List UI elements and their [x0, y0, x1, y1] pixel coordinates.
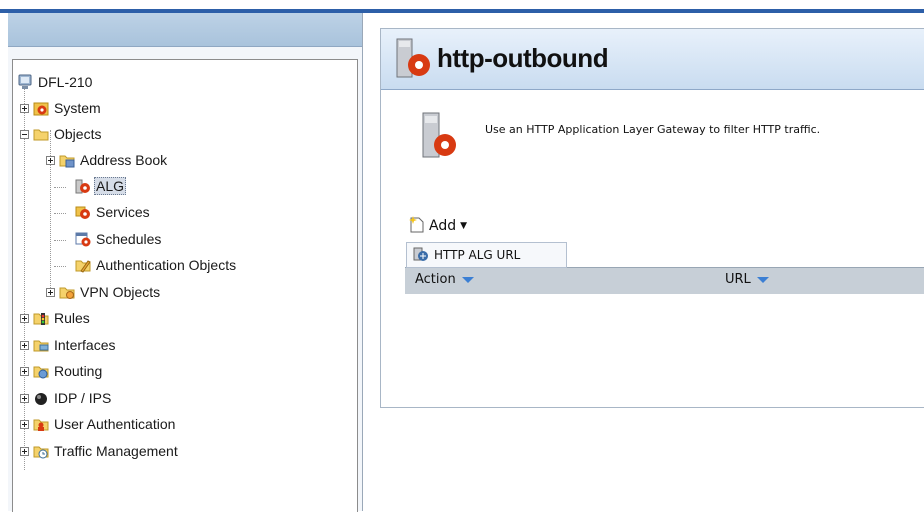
tree-connector [54, 266, 66, 267]
tree-connector [54, 187, 66, 188]
rules-icon [33, 310, 49, 326]
alg-icon [75, 178, 91, 194]
tree-label: Interfaces [54, 337, 116, 353]
tree-label: DFL-210 [38, 74, 93, 90]
column-label: URL [725, 272, 751, 287]
tree-item-address-book[interactable]: Address Book [46, 149, 169, 171]
expand-toggle[interactable] [20, 103, 29, 113]
tree-label: Services [96, 204, 150, 220]
tree-label: Rules [54, 310, 90, 326]
idp-icon [33, 390, 49, 406]
expand-toggle[interactable] [46, 287, 55, 297]
traffic-icon [33, 443, 49, 459]
tree-item-root[interactable]: DFL-210 [17, 71, 94, 93]
tree-label: System [54, 100, 101, 116]
alg-gear-icon [421, 111, 457, 165]
tree-label: Schedules [96, 231, 162, 247]
routing-icon [33, 363, 49, 379]
device-icon [17, 74, 33, 90]
tree-item-vpn-objects[interactable]: VPN Objects [46, 281, 162, 303]
tree-item-idp-ips[interactable]: IDP / IPS [20, 387, 113, 409]
add-button-label: Add [429, 218, 457, 234]
column-header-action[interactable]: Action [415, 272, 474, 287]
expand-toggle[interactable] [20, 366, 29, 376]
expand-toggle[interactable] [20, 419, 29, 429]
add-menu-item-http-alg-url[interactable]: HTTP ALG URL [406, 242, 567, 268]
tree-item-user-authentication[interactable]: User Authentication [20, 413, 177, 435]
content-panel: http-outbound Use an HTTP Application La… [380, 28, 924, 408]
add-button[interactable]: Add ▼ [409, 215, 467, 237]
tree-connector [54, 240, 66, 241]
tree-label: Address Book [80, 152, 168, 168]
tree-item-objects[interactable]: Objects [20, 123, 103, 145]
interfaces-icon [33, 337, 49, 353]
vpn-folder-icon [59, 284, 75, 300]
folder-icon [33, 126, 49, 142]
tree-label: VPN Objects [80, 284, 161, 300]
tree-label: Authentication Objects [96, 257, 237, 273]
address-book-icon [59, 152, 75, 168]
tree-connector [54, 213, 66, 214]
auth-icon [75, 257, 91, 273]
tree-item-system[interactable]: System [20, 97, 103, 119]
navigation-header [8, 13, 362, 47]
column-header-url[interactable]: URL [725, 272, 769, 287]
tree-label: ALG [94, 177, 127, 195]
tree-item-authentication-objects[interactable]: Authentication Objects [75, 254, 238, 276]
description-text: Use an HTTP Application Layer Gateway to… [485, 123, 821, 136]
sort-arrow-icon [756, 276, 769, 283]
expand-toggle[interactable] [46, 155, 55, 165]
expand-toggle[interactable] [20, 446, 29, 456]
new-item-icon [409, 215, 425, 237]
alg-gear-icon [395, 37, 431, 85]
tree-label: Traffic Management [54, 443, 178, 459]
expand-toggle[interactable] [20, 340, 29, 350]
title-bar: http-outbound [381, 29, 924, 90]
tree-item-traffic-management[interactable]: Traffic Management [20, 440, 180, 462]
page-title: http-outbound [437, 43, 609, 73]
table-header: Action URL [405, 267, 924, 294]
navigation-pane: DFL-210 System Objects Address Book ALG … [8, 13, 363, 512]
tree-item-rules[interactable]: Rules [20, 307, 92, 329]
tree-label: User Authentication [54, 416, 176, 432]
tree-item-services[interactable]: Services [75, 201, 152, 223]
tree-label: Routing [54, 363, 103, 379]
expand-toggle[interactable] [20, 393, 29, 403]
http-alg-url-icon [413, 246, 429, 265]
tree-item-interfaces[interactable]: Interfaces [20, 334, 117, 356]
tree-item-schedules[interactable]: Schedules [75, 228, 163, 250]
tree-item-alg[interactable]: ALG [75, 175, 127, 197]
services-icon [75, 204, 91, 220]
tree-item-routing[interactable]: Routing [20, 360, 104, 382]
sort-arrow-icon [461, 276, 474, 283]
tree-label: IDP / IPS [54, 390, 112, 406]
navigation-tree: DFL-210 System Objects Address Book ALG … [12, 59, 358, 512]
gear-icon [33, 100, 49, 116]
tree-label: Objects [54, 126, 102, 142]
column-label: Action [415, 272, 456, 287]
chevron-down-icon: ▼ [460, 221, 468, 231]
schedule-icon [75, 231, 91, 247]
collapse-toggle[interactable] [20, 129, 29, 139]
expand-toggle[interactable] [20, 313, 29, 323]
user-auth-icon [33, 416, 49, 432]
add-menu-item-label: HTTP ALG URL [434, 248, 521, 262]
